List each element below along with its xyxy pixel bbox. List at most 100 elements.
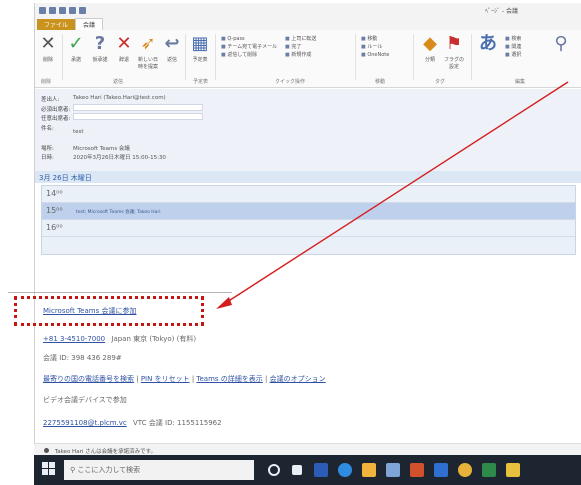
powerpoint-icon[interactable] <box>410 463 424 477</box>
outlook-meeting-window: ﾍﾟｰｼﾞ - 会議 ファイル 会議 ✕ 削除 ✓ 承諾 ? 仮承諾 ✕ 辞退 … <box>34 3 581 485</box>
tentative-button[interactable]: ? 仮承諾 <box>89 33 111 64</box>
subject-label: 件名: <box>41 126 54 132</box>
windows-start-icon[interactable] <box>42 462 56 476</box>
calendar-slot[interactable]: 16⁰⁰ <box>42 220 575 237</box>
decline-button[interactable]: ✕ 辞退 <box>113 33 135 64</box>
taskbar-search-input[interactable]: ⚲ ここに入力して検索 <box>64 460 254 480</box>
calendar-slot[interactable]: 14⁰⁰ <box>42 186 575 203</box>
calendar-slot-event[interactable]: 15⁰⁰ test; Microsoft Teams 会議; Takeo Har… <box>42 203 575 220</box>
edit-group: 検索 関連 選択 <box>505 35 521 59</box>
time-label: 日時: <box>41 155 54 161</box>
location-label: 場所: <box>41 146 54 152</box>
sticky-icon[interactable] <box>506 463 520 477</box>
group-label: 移動 <box>375 79 386 85</box>
calendar-button[interactable]: ▦ 予定表 <box>189 33 211 64</box>
translate-button[interactable]: あ <box>477 34 499 56</box>
flag-icon: ⚑ <box>445 33 463 54</box>
calendar-icon: ▦ <box>191 33 209 54</box>
translate-icon: あ <box>479 33 497 54</box>
store-icon[interactable] <box>386 463 400 477</box>
reply-icon: ↩ <box>164 33 180 54</box>
onenote-button[interactable]: OneNote <box>361 51 389 59</box>
tab-meeting[interactable]: 会議 <box>75 18 104 30</box>
flag-button[interactable]: ⚑ フラグの設定 <box>443 33 465 71</box>
quick-step-item[interactable]: 返信して削除 <box>221 51 277 59</box>
taskbar: ⚲ ここに入力して検索 <box>34 455 581 485</box>
select-button[interactable]: 選択 <box>505 51 521 59</box>
calendar-day-header[interactable]: 3月 26日 木曜日 <box>35 171 581 183</box>
attendee-notification: Takeo Hari さんは会議を承諾済みです。 <box>34 443 581 455</box>
outlook-icon[interactable] <box>434 463 448 477</box>
video-device-text: ビデオ会議デバイスで参加 <box>43 396 127 404</box>
group-separator <box>471 34 472 80</box>
meeting-options-link[interactable]: 会議のオプション <box>270 375 326 383</box>
quick-access-toolbar <box>39 6 86 14</box>
quick-step-item[interactable]: チーム宛て電子メール <box>221 43 277 51</box>
reply-button[interactable]: ↩ 返信 <box>161 33 183 64</box>
conference-id: 会議 ID: 398 436 289# <box>43 354 122 362</box>
vtc-line: 2275591108@t.plcm.vc VTC 会議 ID: 11551159… <box>43 418 222 428</box>
question-icon: ? <box>94 33 106 54</box>
find-button[interactable]: 検索 <box>505 35 521 43</box>
move-button[interactable]: 移動 <box>361 35 389 43</box>
accept-button[interactable]: ✓ 承諾 <box>65 33 87 64</box>
window-title: ﾍﾟｰｼﾞ - 会議 <box>485 8 518 15</box>
tab-file[interactable]: ファイル <box>37 19 76 30</box>
local-numbers-link[interactable]: 最寄りの国の電話番号を検索 <box>43 375 134 383</box>
down-arrow-icon[interactable] <box>79 6 86 14</box>
learn-more-link[interactable]: Teams の詳細を表示 <box>196 375 262 383</box>
info-icon <box>44 448 49 453</box>
propose-time-button[interactable]: ➶ 新しい日時を提案 <box>137 33 159 71</box>
redo-icon[interactable] <box>59 6 66 14</box>
event-text: test; Microsoft Teams 会議; Takeo Hari <box>76 210 161 215</box>
edge-icon[interactable] <box>338 463 352 477</box>
vtc-address-link[interactable]: 2275591108@t.plcm.vc <box>43 419 127 427</box>
title-bar: ﾍﾟｰｼﾞ - 会議 <box>35 3 581 17</box>
teams-join-link[interactable]: Microsoft Teams 会議に参加 <box>43 306 136 316</box>
save-icon[interactable] <box>39 6 46 14</box>
group-separator <box>62 34 63 80</box>
group-label: タグ <box>435 79 446 85</box>
related-button[interactable]: 関連 <box>505 43 521 51</box>
up-arrow-icon[interactable] <box>69 6 76 14</box>
undo-icon[interactable] <box>49 6 56 14</box>
ribbon-group-labels: 削除 返信 予定表 クイック操作 移動 タグ 編集 <box>35 77 581 86</box>
group-label: 編集 <box>515 79 526 85</box>
rules-button[interactable]: ルール <box>361 43 389 51</box>
group-label: 返信 <box>113 79 124 85</box>
cross-icon: ✕ <box>116 33 132 54</box>
delete-button[interactable]: ✕ 削除 <box>37 34 59 64</box>
quick-step-item[interactable]: 上司に転送 <box>285 35 316 43</box>
categorize-button[interactable]: ◆ 分類 <box>419 33 441 64</box>
links-line: 最寄りの国の電話番号を検索 | PIN をリセット | Teams の詳細を表示… <box>43 375 326 383</box>
mail-icon[interactable] <box>362 463 376 477</box>
location-value: Microsoft Teams 会議 <box>73 146 130 152</box>
group-label: 削除 <box>41 79 52 85</box>
quick-steps-gallery-2: 上司に転送 完了 新規作成 <box>285 35 316 59</box>
tag-icon: ◆ <box>423 33 437 54</box>
quick-step-item[interactable]: Q-pass <box>221 35 277 43</box>
quick-step-item[interactable]: 完了 <box>285 43 316 51</box>
quick-step-item[interactable]: 新規作成 <box>285 51 316 59</box>
group-label: クイック操作 <box>275 79 306 85</box>
quick-steps-gallery: Q-pass チーム宛て電子メール 返信して削除 <box>221 35 277 59</box>
zoom-button[interactable]: ⚲ <box>550 34 572 56</box>
word-icon[interactable] <box>314 463 328 477</box>
chrome-icon[interactable] <box>458 463 472 477</box>
ribbon: ✕ 削除 ✓ 承諾 ? 仮承諾 ✕ 辞退 ➶ 新しい日時を提案 ↩ 返信 ▦ 予… <box>35 30 581 88</box>
check-icon: ✓ <box>68 33 84 54</box>
optional-attendees-field[interactable] <box>73 113 203 120</box>
reset-pin-link[interactable]: PIN をリセット <box>141 375 190 383</box>
calendar-arrow-icon: ➶ <box>140 33 156 54</box>
from-value[interactable]: Takeo Hari (Takeo.Hari@test.com) <box>73 95 166 101</box>
excel-icon[interactable] <box>482 463 496 477</box>
phone-number-link[interactable]: +81 3-4510-7000 <box>43 335 105 343</box>
move-group: 移動 ルール OneNote <box>361 35 389 59</box>
vtc-id: VTC 会議 ID: 1155115962 <box>133 419 222 427</box>
group-separator <box>185 34 186 80</box>
phone-line: +81 3-4510-7000 Japan 東京 (Tokyo) (有料) <box>43 334 196 344</box>
multitask-icon[interactable] <box>292 465 302 475</box>
required-attendees-field[interactable] <box>73 104 203 111</box>
task-view-icon[interactable] <box>268 464 280 476</box>
group-separator <box>413 34 414 80</box>
